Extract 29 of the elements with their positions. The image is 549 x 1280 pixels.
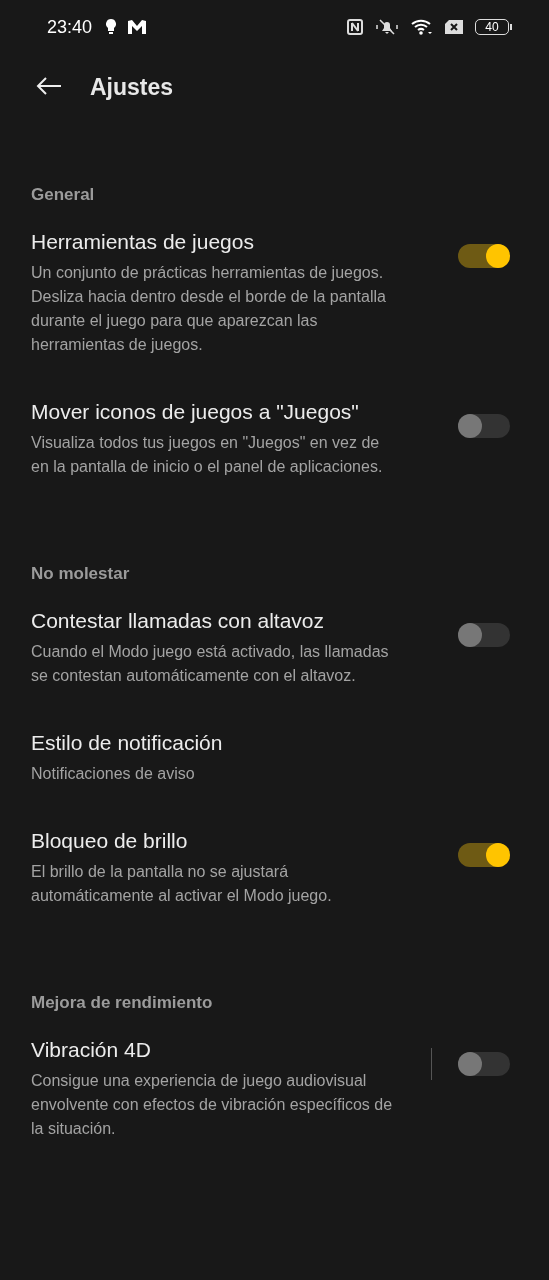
setting-description: El brillo de la pantalla no se ajustará automáticamente al activar el Modo juego.: [31, 862, 333, 906]
toggle-switch[interactable]: [458, 843, 510, 867]
toggle-switch[interactable]: [458, 414, 510, 438]
section-header: No molestar: [31, 563, 130, 585]
no-sim-icon: [445, 20, 463, 34]
battery-icon: 40: [475, 19, 512, 35]
wifi-icon: [411, 19, 433, 35]
setting-title: Estilo de notificación: [31, 730, 223, 756]
setting-title: Contestar llamadas con altavoz: [31, 608, 324, 634]
toggle-switch[interactable]: [458, 244, 510, 268]
setting-description: Notificaciones de aviso: [31, 764, 195, 784]
setting-description: Un conjunto de prácticas herramientas de juegos. Desliza hacia dentro desde el borde de la pantalla durante el juego para que aparezcan las herramientas de juegos.: [31, 263, 387, 355]
setting-title: Herramientas de juegos: [31, 229, 254, 255]
app-logo-icon: [128, 20, 147, 34]
setting-title: Bloqueo de brillo: [31, 828, 188, 854]
section-header: Mejora de rendimiento: [31, 992, 213, 1014]
muted-bell-icon: [375, 19, 399, 35]
setting-description: Cuando el Modo juego está activado, las llamadas se contestan automáticamente con el altavoz.: [31, 642, 390, 686]
setting-description: Consigue una experiencia de juego audiovisual envolvente con efectos de vibración específicos de la situación.: [31, 1071, 394, 1139]
bulb-icon: [106, 19, 117, 35]
section-header: General: [31, 184, 95, 206]
page-title: Ajustes: [90, 73, 174, 101]
toggle-switch[interactable]: [458, 1052, 510, 1076]
setting-title: Mover iconos de juegos a "Juegos": [31, 399, 359, 425]
setting-title: Vibración 4D: [31, 1037, 151, 1063]
setting-description: Visualiza todos tus juegos en "Juegos" en vez de en la pantalla de inicio o el panel de aplicaciones.: [31, 433, 384, 477]
toggle-switch[interactable]: [458, 623, 510, 647]
clock: 23:40: [47, 16, 93, 38]
nfc-icon: [347, 19, 363, 35]
